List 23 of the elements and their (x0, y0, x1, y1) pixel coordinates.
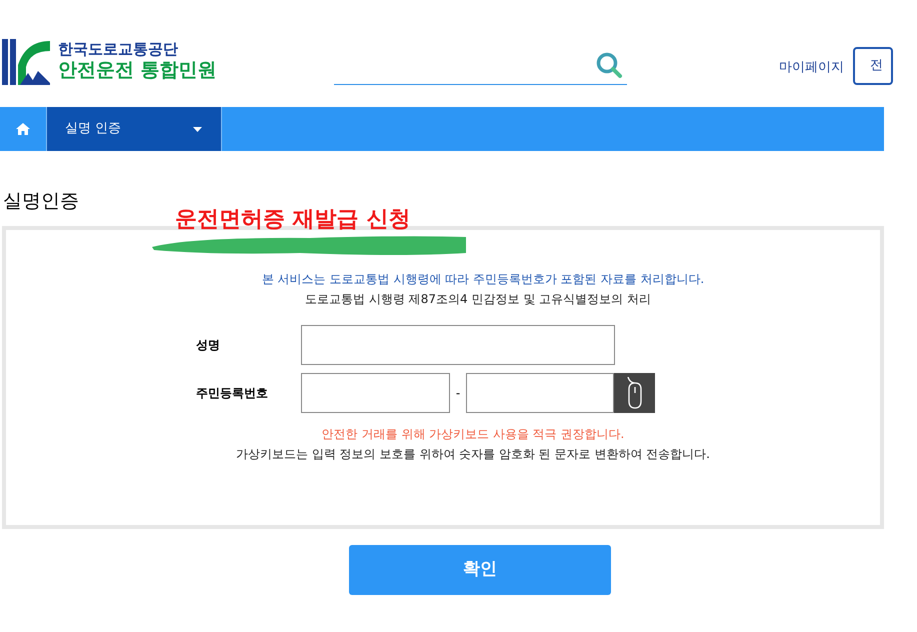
mypage-link[interactable]: 마이페이지 (779, 58, 844, 78)
keyboard-warning-text: 안전한 거래를 위해 가상키보드 사용을 적극 권장합니다. (320, 426, 624, 442)
mouse-icon (626, 376, 644, 408)
name-label: 성명 (196, 336, 221, 354)
caret-icon (193, 126, 202, 132)
organization-name: 한국도로교통공단 (58, 40, 179, 59)
search-icon[interactable] (595, 51, 623, 79)
annotation-title: 운전면허증 재발급 신청 (175, 206, 410, 234)
legal-reference-text: 도로교통법 시행령 제87조의4 민감정보 및 고유식별정보의 처리 (304, 290, 651, 308)
service-name: 안전운전 통합민원 (58, 59, 217, 83)
resident-number-first-input[interactable] (301, 372, 450, 412)
header-button[interactable]: 전 (853, 47, 893, 85)
logo-icon (0, 36, 50, 86)
home-icon (16, 123, 30, 135)
resident-number-second-input[interactable] (466, 372, 614, 412)
notice-text: 본 서비스는 도로교통법 시행령에 따라 주민등록번호가 포함된 자료를 처리합니다. (260, 270, 704, 288)
separator-text: - (454, 384, 462, 402)
page-title: 실명인증 (3, 189, 80, 214)
name-input[interactable] (301, 324, 615, 364)
breadcrumb-dropdown[interactable]: 실명 인증 (47, 107, 222, 151)
virtual-keyboard-button[interactable] (614, 372, 655, 412)
keyboard-info-text: 가상키보드는 입력 정보의 보호를 위하여 숫자를 암호화 된 문자로 변환하여 전송합니다. (235, 446, 710, 462)
resident-number-label: 주민등록번호 (196, 384, 269, 402)
